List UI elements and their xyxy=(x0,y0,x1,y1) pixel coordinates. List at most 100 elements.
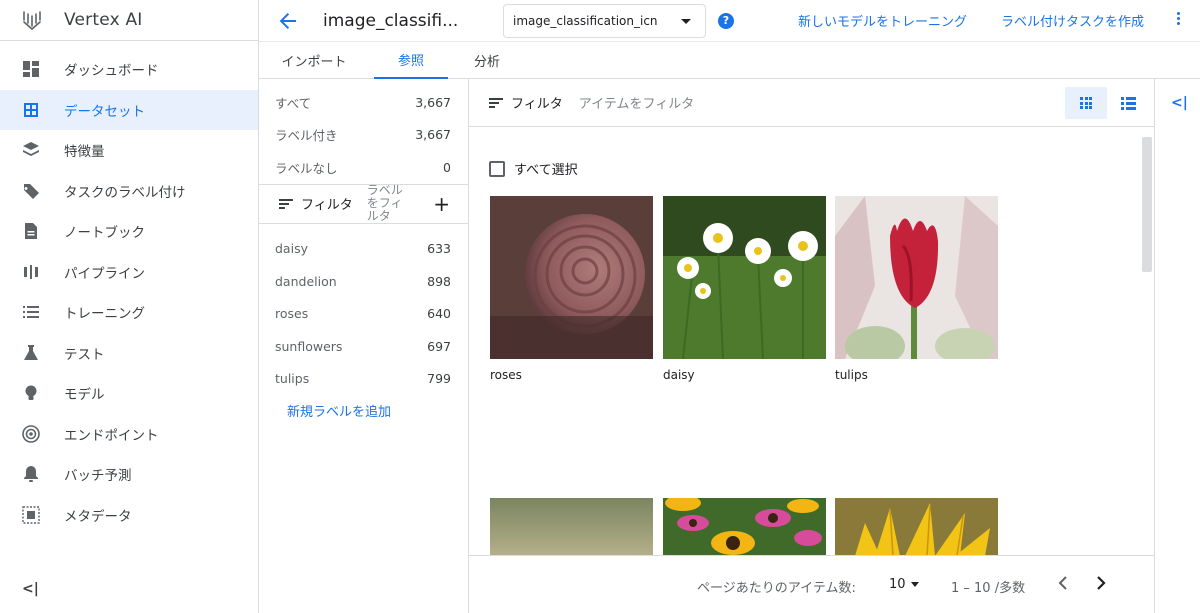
dropdown-caret-icon xyxy=(681,18,691,24)
feature-store-icon xyxy=(22,141,40,159)
summary-count: 0 xyxy=(443,159,451,175)
chevron-left-icon[interactable] xyxy=(1053,572,1073,594)
nav-item-dashboard[interactable]: ダッシュボード xyxy=(0,49,258,90)
label-count: 633 xyxy=(427,241,451,257)
vertical-scrollbar[interactable] xyxy=(1142,137,1152,272)
nav-item-label: バッチ予測 xyxy=(64,468,132,485)
pagination-footer: ページあたりのアイテム数: 10 1 – 10 /多数 xyxy=(469,555,1154,613)
image-thumbnail[interactable] xyxy=(490,498,653,556)
summary-label: ラベルなし xyxy=(275,160,338,176)
summary-list: すべて 3,667 ラベル付き 3,667 ラベルなし 0 xyxy=(259,79,468,184)
image-thumbnail[interactable] xyxy=(835,498,998,556)
tab-analyze[interactable]: 分析 xyxy=(467,42,507,79)
nav-item-models[interactable]: モデル xyxy=(0,373,258,414)
label-name: dandelion xyxy=(275,273,337,289)
summary-count: 3,667 xyxy=(415,94,451,110)
right-info-panel: <| xyxy=(1154,79,1200,613)
summary-label: ラベル付き xyxy=(275,128,338,144)
label-row[interactable]: sunflowers 697 xyxy=(259,330,468,363)
label-row[interactable]: roses 640 xyxy=(259,298,468,331)
add-new-label-link[interactable]: 新規ラベルを追加 xyxy=(287,401,391,420)
image-thumbnail-daisy[interactable] xyxy=(663,196,826,359)
grid-view-button[interactable] xyxy=(1065,87,1107,119)
dataset-select[interactable]: image_classification_icn xyxy=(503,3,706,38)
summary-row-unlabeled[interactable]: ラベルなし 0 xyxy=(259,151,468,184)
metadata-icon xyxy=(22,506,40,524)
summary-row-all[interactable]: すべて 3,667 xyxy=(259,86,468,119)
checkbox-icon xyxy=(489,160,505,177)
label-list: daisy 633 dandelion 898 roses 640 sunflo… xyxy=(259,224,468,396)
label-panel: すべて 3,667 ラベル付き 3,667 ラベルなし 0 フィルタ ラベルをフ… xyxy=(259,79,469,613)
training-list-icon xyxy=(22,303,40,321)
collapse-nav-button[interactable]: <| xyxy=(22,581,39,597)
image-thumbnail[interactable] xyxy=(663,498,826,556)
endpoint-target-icon xyxy=(22,424,40,443)
bell-icon xyxy=(22,465,40,483)
label-tag-icon xyxy=(22,182,40,200)
expand-panel-button[interactable]: <| xyxy=(1171,95,1188,111)
nav-item-pipelines[interactable]: パイプライン xyxy=(0,252,258,293)
image-caption: daisy xyxy=(663,368,695,382)
nav-item-experiments[interactable]: テスト xyxy=(0,333,258,374)
back-arrow-icon[interactable] xyxy=(277,10,299,32)
rose-image xyxy=(490,196,653,359)
nav-item-label: パイプライン xyxy=(64,265,145,282)
label-count: 697 xyxy=(427,338,451,354)
tulip-image xyxy=(835,196,998,359)
tab-import[interactable]: インポート xyxy=(279,42,349,79)
tab-browse[interactable]: 参照 xyxy=(374,42,448,79)
label-name: roses xyxy=(275,306,309,322)
nav-item-metadata[interactable]: メタデータ xyxy=(0,495,258,536)
nav-item-label: ノートブック xyxy=(64,225,145,242)
label-row[interactable]: tulips 799 xyxy=(259,363,468,396)
flask-icon xyxy=(22,344,40,362)
label-count: 640 xyxy=(427,306,451,322)
image-thumbnail-roses[interactable] xyxy=(490,196,653,359)
list-view-button[interactable] xyxy=(1107,87,1149,119)
pipeline-icon xyxy=(22,263,40,281)
label-row[interactable]: dandelion 898 xyxy=(259,265,468,298)
nav-item-labeling-tasks[interactable]: タスクのラベル付け xyxy=(0,171,258,212)
items-per-page-label: ページあたりのアイテム数: xyxy=(697,581,856,596)
summary-row-labeled[interactable]: ラベル付き 3,667 xyxy=(259,119,468,152)
grid-view-icon xyxy=(1080,97,1092,109)
train-new-model-link[interactable]: 新しいモデルをトレーニング xyxy=(798,11,967,30)
add-icon[interactable]: + xyxy=(433,194,450,214)
nav-item-label: ダッシュボード xyxy=(64,63,159,80)
more-vert-icon[interactable] xyxy=(1177,12,1180,25)
items-per-page-value: 10 xyxy=(889,577,906,592)
nav-item-label: データセット xyxy=(64,103,145,120)
dropdown-caret-icon xyxy=(910,582,919,587)
select-all-checkbox[interactable]: すべて選択 xyxy=(489,159,578,178)
nav-item-endpoints[interactable]: エンドポイント xyxy=(0,414,258,455)
nav-item-label: モデル xyxy=(64,387,105,404)
item-filter-bar: フィルタ アイテムをフィルタ xyxy=(469,79,1154,127)
create-labeling-task-link[interactable]: ラベル付けタスクを作成 xyxy=(1001,11,1144,30)
dataset-icon xyxy=(22,101,40,119)
summary-count: 3,667 xyxy=(415,127,451,143)
nav-item-label: タスクのラベル付け xyxy=(64,184,186,201)
label-name: sunflowers xyxy=(275,338,343,354)
label-row[interactable]: daisy 633 xyxy=(259,233,468,266)
item-filter-input[interactable]: アイテムをフィルタ xyxy=(579,93,694,112)
image-thumbnail-tulips[interactable] xyxy=(835,196,998,359)
nav-item-notebooks[interactable]: ノートブック xyxy=(0,211,258,252)
nav-header: Vertex AI xyxy=(0,0,258,41)
vertex-ai-logo-icon[interactable] xyxy=(20,8,44,32)
nav-item-training[interactable]: トレーニング xyxy=(0,292,258,333)
dataset-select-value: image_classification_icn xyxy=(513,13,658,28)
app-title: Vertex AI xyxy=(64,10,143,30)
left-nav: Vertex AI ダッシュボード データセット 特徴量 タスクのラベル付け ノ… xyxy=(0,0,259,613)
nav-item-label: 特徴量 xyxy=(64,144,105,161)
nav-list: ダッシュボード データセット 特徴量 タスクのラベル付け ノートブック パイプラ… xyxy=(0,41,258,535)
items-per-page-select[interactable]: 10 xyxy=(889,577,919,592)
label-filter-input[interactable]: ラベルをフィルタ xyxy=(367,184,413,223)
daisy-image xyxy=(663,196,826,359)
nav-item-datasets[interactable]: データセット xyxy=(0,89,258,130)
help-icon[interactable]: ? xyxy=(718,12,734,29)
pagination-range: 1 – 10 /多数 xyxy=(951,581,1026,596)
chevron-right-icon[interactable] xyxy=(1091,572,1111,594)
nav-item-batch-predictions[interactable]: バッチ予測 xyxy=(0,454,258,495)
filter-icon xyxy=(489,97,503,108)
nav-item-features[interactable]: 特徴量 xyxy=(0,130,258,171)
